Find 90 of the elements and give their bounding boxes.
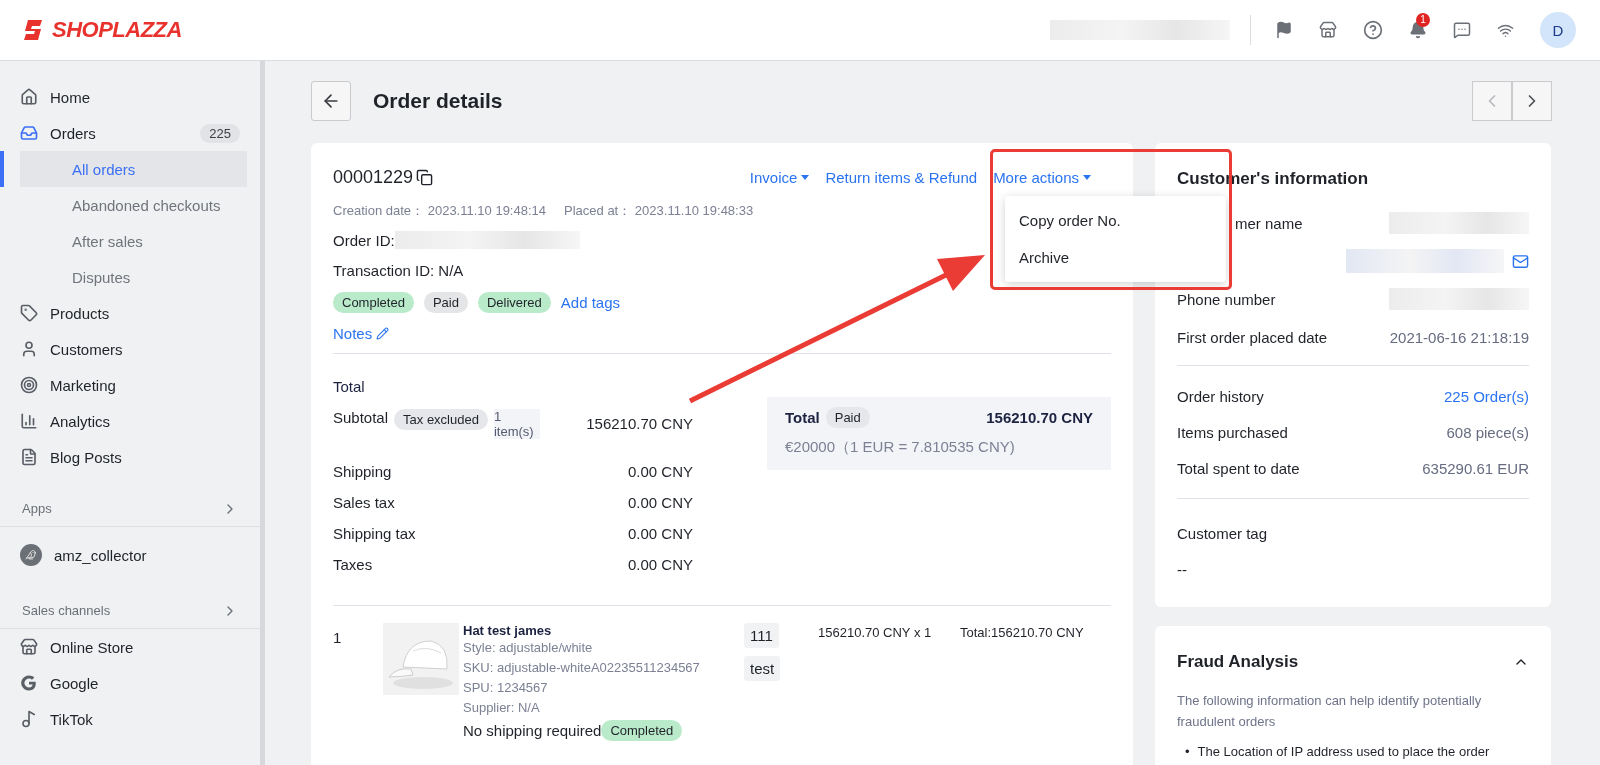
sidebar-item[interactable]: amz_collector	[0, 537, 260, 573]
sidebar-item[interactable]: Analytics	[0, 403, 260, 439]
action-link[interactable]: Invoice	[749, 169, 810, 186]
total-label: Shipping tax	[333, 525, 416, 542]
meta-text: Creation date： 2023.11.10 19:48:14	[333, 202, 546, 220]
sidebar-subitem[interactable]: All orders	[0, 151, 247, 187]
field-label: mer name	[1234, 214, 1303, 232]
fraud-intro: The following information can help identify potentially fraudulent orders	[1177, 692, 1483, 731]
menu-item[interactable]: Archive	[1005, 239, 1226, 276]
field-label: Items purchased	[1177, 423, 1288, 441]
field-value: 2021-06-16 21:18:19	[1389, 328, 1529, 346]
card-title: Fraud Analysis	[1177, 652, 1299, 672]
fraud-item: The Location of IP address used to place the order	[1197, 744, 1490, 760]
paid-tag: Paid	[825, 407, 870, 428]
status-tag: Completed	[601, 720, 683, 741]
mail-icon[interactable]	[1512, 252, 1529, 270]
action-link[interactable]: Return items & Refund	[825, 169, 978, 186]
section-header[interactable]: Sales channels	[0, 593, 260, 629]
section-title: Total	[333, 378, 366, 395]
total-label: Subtotal	[333, 409, 389, 426]
field-label: Customer tag	[1177, 524, 1268, 542]
sidebar-item[interactable]: Blog Posts	[0, 439, 260, 475]
total-value: 0.00 CNY	[627, 494, 693, 511]
notes-link[interactable]: Notes	[333, 325, 390, 342]
product-detail: SKU: adjustable-whiteA02235511234567	[463, 659, 701, 677]
flag-icon[interactable]	[1275, 21, 1293, 39]
chat-icon[interactable]	[1453, 21, 1471, 39]
field-value: --	[1177, 560, 1187, 578]
pencil-icon	[376, 327, 390, 340]
status-tag: Paid	[423, 292, 468, 313]
field-label: Phone number	[1177, 290, 1276, 308]
sidebar-item[interactable]: Orders 225	[0, 115, 260, 151]
product-detail: SPU: 1234567	[463, 679, 549, 697]
product-detail: Supplier: N/A	[463, 699, 541, 717]
product-tag: 111	[744, 623, 779, 648]
sidebar-subitem[interactable]: After sales	[0, 223, 247, 259]
summary-value: 156210.70 CNY	[986, 409, 1093, 426]
status-tag: Delivered	[477, 292, 551, 313]
menu-item[interactable]: Copy order No.	[1005, 202, 1226, 239]
sidebar-item[interactable]: Google	[0, 665, 260, 701]
item-count: 1 item(s)	[493, 409, 540, 439]
status-tag: Completed	[333, 292, 414, 313]
product-detail: Style: adjustable/white	[463, 639, 594, 657]
transaction-text: Transaction ID: N/A	[333, 262, 464, 279]
sidebar-subitem[interactable]: Abandoned checkouts	[0, 187, 247, 223]
store-icon[interactable]	[1319, 21, 1337, 39]
total-value: 0.00 CNY	[627, 525, 693, 542]
total-value: 0.00 CNY	[627, 556, 693, 573]
total-label: Taxes	[333, 556, 373, 573]
meta-text: Placed at： 2023.11.10 19:48:33	[564, 202, 754, 220]
section-header[interactable]: Apps	[0, 491, 260, 527]
sidebar-item[interactable]: TikTok	[0, 701, 260, 737]
bullet-mark: •	[1185, 744, 1190, 760]
notification-badge: 1	[1416, 13, 1430, 27]
action-link[interactable]: More actions	[993, 169, 1091, 186]
tax-tag: Tax excluded	[394, 409, 488, 430]
sidebar-subitem[interactable]: Disputes	[0, 259, 247, 295]
total-label: Sales tax	[333, 494, 395, 511]
field-value: 608 piece(s)	[1446, 423, 1529, 441]
sidebar-item[interactable]: Online Store	[0, 629, 260, 665]
copy-icon[interactable]	[416, 169, 434, 186]
order-history-link[interactable]: 225 Order(s)	[1443, 387, 1529, 405]
line-total: Total:156210.70 CNY	[960, 624, 1085, 642]
order-number: 00001229	[333, 167, 414, 188]
field-label: Total spent to date	[1177, 459, 1300, 477]
shipping-status: No shipping required	[463, 722, 602, 739]
item-index: 1	[333, 629, 343, 648]
field-value: 635290.61 EUR	[1422, 459, 1529, 477]
sidebar-item[interactable]: Home	[0, 79, 260, 115]
avatar[interactable]: D	[1540, 12, 1576, 48]
sidebar-item[interactable]: Products	[0, 295, 260, 331]
unit-price: 156210.70 CNY x 1	[818, 624, 933, 642]
total-value: 0.00 CNY	[627, 463, 693, 480]
sidebar-item[interactable]: Customers	[0, 331, 260, 367]
product-tag: test	[744, 656, 781, 681]
logo: SHOPLAZZA	[52, 17, 182, 43]
count-badge: 225	[200, 123, 240, 143]
total-value: 156210.70 CNY	[586, 415, 693, 432]
field-label: First order placed date	[1177, 328, 1328, 346]
product-name[interactable]: Hat test james	[463, 623, 744, 638]
help-icon[interactable]	[1363, 20, 1383, 40]
add-tags-link[interactable]: Add tags	[560, 294, 621, 311]
page-title: Order details	[373, 89, 503, 113]
total-label: Shipping	[333, 463, 392, 480]
back-button[interactable]	[311, 81, 351, 121]
order-id-label: Order ID:	[333, 231, 395, 249]
field-label: Order history	[1177, 387, 1264, 405]
sidebar-item[interactable]: Marketing	[0, 367, 260, 403]
converted-amount: €20000（1 EUR = 7.810535 CNY)	[785, 438, 1016, 457]
summary-label: Total	[785, 409, 820, 426]
